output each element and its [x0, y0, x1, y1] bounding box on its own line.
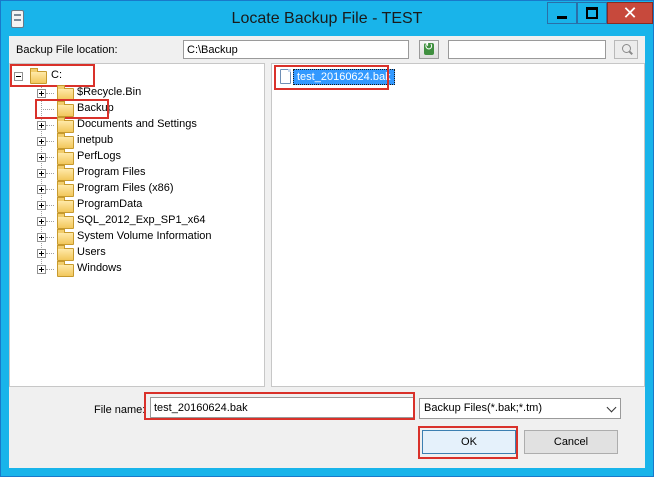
folder-icon: [57, 149, 74, 165]
expand-icon[interactable]: [37, 249, 46, 258]
expand-icon[interactable]: [37, 201, 46, 210]
tree-item-label: System Volume Information: [77, 230, 212, 242]
cancel-button[interactable]: Cancel: [524, 430, 618, 454]
tree-item-program-files-x86[interactable]: Program Files (x86): [37, 181, 237, 197]
expand-icon[interactable]: [37, 121, 46, 130]
file-type-value: Backup Files(*.bak;*.tm): [424, 402, 542, 414]
folder-icon: [57, 245, 74, 261]
close-icon: ✕: [622, 3, 638, 23]
tree-item-inetpub[interactable]: inetpub: [37, 133, 237, 149]
tree-item-sql-2012[interactable]: SQL_2012_Exp_SP1_x64: [37, 213, 257, 229]
folder-icon: [57, 117, 74, 133]
title-bar[interactable]: Locate Backup File - TEST ✕: [1, 1, 653, 36]
backup-location-label: Backup File location:: [16, 44, 118, 56]
annotation-box-filename: [144, 392, 415, 420]
folder-icon: [57, 213, 74, 229]
expand-icon[interactable]: [37, 185, 46, 194]
tree-item-label: inetpub: [77, 134, 114, 146]
search-button[interactable]: [614, 40, 638, 59]
maximize-button[interactable]: [577, 2, 607, 24]
file-list[interactable]: test_20160624.bak: [271, 63, 645, 387]
annotation-box-backup: [35, 99, 109, 119]
tree-item-label: SQL_2012_Exp_SP1_x64: [77, 214, 206, 226]
dialog-window: Locate Backup File - TEST ✕ Backup File …: [0, 0, 654, 477]
search-input[interactable]: [448, 40, 606, 59]
annotation-box-root: [10, 64, 95, 87]
folder-icon: [57, 133, 74, 149]
folder-tree[interactable]: C: $Recycle.Bin Backup Documents and Set…: [9, 63, 265, 387]
tree-item-label: Users: [77, 246, 106, 258]
minimize-button[interactable]: [547, 2, 577, 24]
expand-icon[interactable]: [37, 169, 46, 178]
tree-item-program-files[interactable]: Program Files: [37, 165, 237, 181]
backup-location-input[interactable]: [183, 40, 409, 59]
expand-icon[interactable]: [37, 217, 46, 226]
folder-icon: [57, 165, 74, 181]
expand-icon[interactable]: [37, 137, 46, 146]
tree-item-system-volume-information[interactable]: System Volume Information: [37, 229, 257, 245]
tree-item-windows[interactable]: Windows: [37, 261, 237, 277]
tree-item-label: Documents and Settings: [77, 118, 197, 130]
refresh-icon: [424, 40, 434, 55]
tree-item-documents-and-settings[interactable]: Documents and Settings: [37, 117, 257, 133]
file-name-label: File name:: [94, 404, 146, 416]
tree-item-label: Program Files (x86): [77, 182, 174, 194]
folder-icon: [57, 229, 74, 245]
tree-item-users[interactable]: Users: [37, 245, 237, 261]
tree-item-label: ProgramData: [77, 198, 143, 210]
dialog-body: Backup File location: C:\Backup ↻ C: $Re…: [9, 36, 645, 468]
folder-icon: [57, 261, 74, 277]
tree-item-label: Windows: [77, 262, 122, 274]
folder-icon: [57, 197, 74, 213]
file-type-select[interactable]: Backup Files(*.bak;*.tm): [419, 398, 621, 419]
folder-icon: [57, 181, 74, 197]
annotation-box-ok: [418, 426, 518, 459]
chevron-down-icon: [606, 402, 617, 413]
tree-item-label: PerfLogs: [77, 150, 122, 162]
expand-icon[interactable]: [37, 233, 46, 242]
annotation-box-file: [274, 65, 389, 90]
close-button[interactable]: ✕: [607, 2, 653, 24]
tree-item-programdata[interactable]: ProgramData: [37, 197, 237, 213]
refresh-button[interactable]: [419, 40, 439, 59]
tree-item-label: Program Files: [77, 166, 146, 178]
expand-icon[interactable]: [37, 265, 46, 274]
expand-icon[interactable]: [37, 89, 46, 98]
tree-item-label: $Recycle.Bin: [77, 86, 142, 98]
expand-icon[interactable]: [37, 153, 46, 162]
tree-item-perflogs[interactable]: PerfLogs: [37, 149, 237, 165]
